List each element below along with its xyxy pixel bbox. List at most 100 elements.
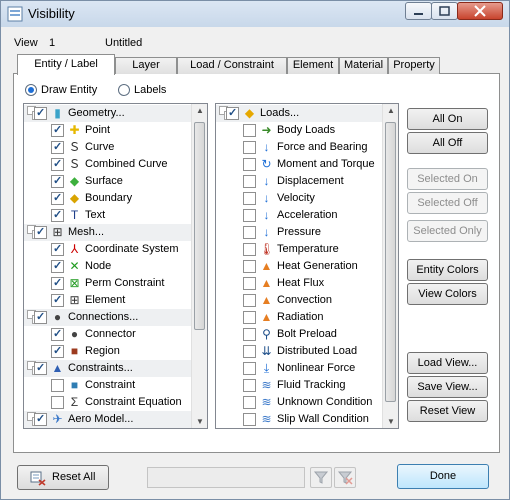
visibility-checkbox[interactable] [51,344,64,358]
visibility-checkbox[interactable] [243,396,256,409]
visibility-checkbox[interactable] [243,158,256,171]
list-item[interactable]: ↓ Pressure [216,224,398,241]
selected-on-button[interactable]: Selected On [407,168,488,190]
visibility-checkbox[interactable] [51,379,64,392]
visibility-checkbox[interactable] [243,243,256,256]
selected-off-button[interactable]: Selected Off [407,192,488,214]
list-item[interactable]: ➜ Body Loads [216,122,398,139]
visibility-checkbox[interactable] [51,396,64,409]
list-item[interactable]: Ｓ Curve [24,139,207,156]
visibility-checkbox[interactable] [51,208,64,222]
list-item[interactable]: ▲ Convection [216,292,398,309]
labels-radio[interactable] [118,84,130,96]
reset-all-button[interactable]: Reset All [17,465,109,490]
visibility-checkbox[interactable] [243,345,256,358]
group-row[interactable]: ✈ Aero Model... [24,411,207,428]
list-item[interactable]: 🌡 Temperature [216,241,398,258]
loads-list-scrollbar[interactable]: ▲ ▼ [382,104,398,428]
list-item[interactable]: ⚲ Bolt Preload [216,326,398,343]
visibility-checkbox[interactable] [243,294,256,307]
all-on-button[interactable]: All On [407,108,488,130]
list-item[interactable]: ■ Constraint [24,377,207,394]
visibility-checkbox[interactable] [51,259,64,273]
visibility-checkbox[interactable] [243,413,256,426]
list-item[interactable]: ↓ Acceleration [216,207,398,224]
entity-list-scrollbar[interactable]: ▲ ▼ [191,104,207,428]
visibility-checkbox[interactable] [51,191,64,205]
list-item[interactable]: ≋ Slip Wall Condition [216,411,398,428]
filter-button[interactable] [310,467,332,488]
list-item[interactable]: Ｓ Combined Curve [24,156,207,173]
scroll-thumb[interactable] [385,122,396,402]
visibility-checkbox[interactable] [51,140,64,154]
minimize-button[interactable] [405,2,432,20]
visibility-checkbox[interactable] [243,209,256,222]
list-item[interactable]: ▲ Heat Generation [216,258,398,275]
group-row[interactable]: ▮ Geometry... [24,105,207,122]
scroll-up-icon[interactable]: ▲ [196,106,204,115]
tab-element[interactable]: Element [287,57,339,74]
list-item[interactable]: ⤓ Nonlinear Force [216,360,398,377]
visibility-checkbox[interactable] [34,310,47,324]
visibility-checkbox[interactable] [243,141,256,154]
view-colors-button[interactable]: View Colors [407,283,488,305]
visibility-checkbox[interactable] [243,124,256,137]
visibility-checkbox[interactable] [243,192,256,205]
list-item[interactable]: ■ Region [24,343,207,360]
reset-view-button[interactable]: Reset View [407,400,488,422]
entity-colors-button[interactable]: Entity Colors [407,259,488,281]
tab-entity-label[interactable]: Entity / Label [17,54,115,75]
group-row[interactable]: ▲ Constraints... [24,360,207,377]
visibility-checkbox[interactable] [34,225,47,239]
list-item[interactable]: ⅄ Coordinate System [24,241,207,258]
list-item[interactable]: ◆ Boundary [24,190,207,207]
visibility-checkbox[interactable] [243,379,256,392]
list-item[interactable]: ▲ Heat Flux [216,275,398,292]
all-off-button[interactable]: All Off [407,132,488,154]
list-item[interactable]: ≋ Fluid Tracking [216,377,398,394]
close-button[interactable] [457,2,503,20]
visibility-checkbox[interactable] [34,106,47,120]
visibility-checkbox[interactable] [243,328,256,341]
visibility-checkbox[interactable] [226,106,239,120]
entity-list[interactable]: ▮ Geometry... ✚ Point Ｓ Curve Ｓ Combined Curve ◆… [23,103,208,429]
selected-only-button[interactable]: Selected Only [407,220,488,242]
scroll-down-icon[interactable]: ▼ [196,417,204,426]
list-item[interactable]: ↓ Velocity [216,190,398,207]
scroll-up-icon[interactable]: ▲ [387,106,395,115]
visibility-checkbox[interactable] [34,361,47,375]
done-button[interactable]: Done [397,464,489,489]
visibility-checkbox[interactable] [51,293,64,307]
list-item[interactable]: Σ Constraint Equation [24,394,207,411]
list-item[interactable]: ✕ Node [24,258,207,275]
list-item[interactable]: ≋ Unknown Condition [216,394,398,411]
group-row[interactable]: ● Connections... [24,309,207,326]
maximize-button[interactable] [431,2,458,20]
tab-layer[interactable]: Layer [115,57,177,74]
visibility-checkbox[interactable] [51,276,64,290]
group-row[interactable]: ◆ Loads... [216,105,398,122]
loads-list[interactable]: ◆ Loads... ➜ Body Loads ↓ Force and Bearing ↻ M… [215,103,399,429]
list-item[interactable]: ✚ Point [24,122,207,139]
visibility-checkbox[interactable] [34,412,47,426]
list-item[interactable]: ▲ Radiation [216,309,398,326]
list-item[interactable]: ⇊ Distributed Load [216,343,398,360]
visibility-checkbox[interactable] [243,362,256,375]
save-view-button[interactable]: Save View... [407,376,488,398]
visibility-checkbox[interactable] [51,242,64,256]
visibility-checkbox[interactable] [51,174,64,188]
list-item[interactable]: ● Connector [24,326,207,343]
load-view-button[interactable]: Load View... [407,352,488,374]
draw-entity-radio[interactable] [25,84,37,96]
visibility-checkbox[interactable] [243,175,256,188]
visibility-checkbox[interactable] [243,277,256,290]
scroll-thumb[interactable] [194,122,205,330]
tab-load-constraint[interactable]: Load / Constraint [177,57,287,74]
visibility-checkbox[interactable] [243,226,256,239]
tab-material[interactable]: Material [339,57,388,74]
list-item[interactable]: ↓ Force and Bearing [216,139,398,156]
list-item[interactable]: ⊞ Element [24,292,207,309]
visibility-checkbox[interactable] [51,123,64,137]
list-item[interactable]: ⊠ Perm Constraint [24,275,207,292]
tab-property[interactable]: Property [388,57,440,74]
